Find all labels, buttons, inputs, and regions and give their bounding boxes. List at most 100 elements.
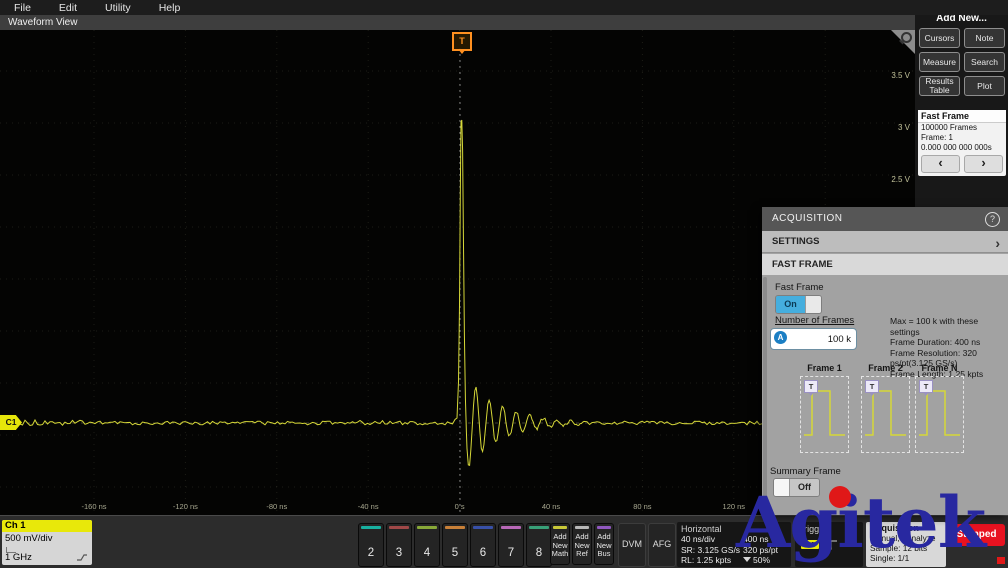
fast-frame-section-label: FAST FRAME — [772, 259, 833, 270]
waveform-view-tabbar: Waveform View — [0, 15, 915, 30]
trigger-source-chip: C1 — [801, 540, 819, 549]
acquisition-panel: ACQUISITION ? SETTINGS › FAST FRAME Fast… — [762, 207, 1008, 515]
tab-waveform-view[interactable]: Waveform View — [8, 17, 77, 28]
trigger-slope-icon — [826, 540, 837, 550]
bandwidth-filter-icon — [77, 554, 87, 561]
horizontal-title: Horizontal — [681, 524, 722, 534]
section-fast-frame[interactable]: FAST FRAME — [762, 254, 1008, 275]
fast-frame-timestamp: 0.000 000 000 000s — [921, 143, 992, 152]
channel-color-stripe — [529, 526, 549, 529]
time-tick-label: -160 ns — [81, 502, 107, 511]
channel-6-button[interactable]: 6 — [470, 523, 496, 567]
section-settings[interactable]: SETTINGS › — [762, 231, 1008, 253]
channel-color-stripe — [501, 526, 521, 529]
fast-frame-count: 100000 Frames — [921, 123, 978, 132]
add-new-measure-button[interactable]: Measure — [919, 52, 960, 72]
voltage-tick-label: 2.5 V — [891, 175, 910, 184]
toggle-off-label: Off — [790, 479, 819, 496]
acquisition-single: Single: 1/1 — [870, 553, 910, 563]
channel-7-button[interactable]: 7 — [498, 523, 524, 567]
trigger-title: Trigger — [799, 524, 828, 534]
record-length: RL: 1.25 kpts — [681, 555, 732, 565]
dvm-button[interactable]: DVM — [618, 523, 646, 567]
acquisition-badge-title: Acquisition — [870, 523, 919, 533]
toggle-knob — [774, 479, 790, 496]
channel-color-stripe — [445, 526, 465, 529]
horizontal-position-icon — [743, 557, 751, 562]
frame-diagram-label: Frame 1 — [807, 363, 842, 373]
fast-frame-label: Fast Frame — [775, 282, 824, 293]
time-tick-label: 0 s — [454, 502, 465, 511]
summary-frame-toggle[interactable]: Off — [773, 478, 820, 497]
add-new-search-button[interactable]: Search — [964, 52, 1005, 72]
run-stop-button[interactable]: Stopped — [948, 524, 1005, 546]
fast-frame-badge-title: Fast Frame — [918, 110, 1006, 123]
number-of-frames-label: Number of Frames — [775, 315, 855, 326]
button-color-stripe — [575, 526, 589, 529]
horizontal-badge[interactable]: Horizontal 40 ns/div 400 ns SR: 3.125 GS/… — [677, 522, 791, 567]
menu-file[interactable]: File — [14, 2, 31, 14]
time-tick-label: -80 ns — [266, 502, 288, 511]
sample-rate: SR: 3.125 GS/s — [681, 544, 741, 555]
voltage-tick-label: 3.5 V — [891, 71, 910, 80]
voltage-tick-label: 3 V — [897, 123, 910, 132]
channel-color-stripe — [389, 526, 409, 529]
add-new-plot-button[interactable]: Plot — [964, 76, 1005, 96]
add-new-note-button[interactable]: Note — [964, 28, 1005, 48]
add-new-bus-button[interactable]: Add New Bus — [594, 523, 614, 565]
acquisition-badge[interactable]: Acquisition Manual, Analyze Sample: 12 b… — [866, 522, 946, 567]
channel-color-stripe — [361, 526, 381, 529]
afg-button[interactable]: AFG — [648, 523, 676, 567]
channel1-name: Ch 1 — [2, 520, 92, 532]
add-new-math-button[interactable]: Add New Math — [550, 523, 570, 565]
info-line: Max = 100 k with these settings — [890, 316, 979, 337]
resolution: 320 ps/pt — [743, 544, 778, 555]
acquisition-mode: Manual, Analyze — [870, 533, 936, 543]
button-color-stripe — [553, 526, 567, 529]
channel1-bandwidth: 1 GHz — [5, 552, 32, 563]
trigger-flag-icon[interactable]: T — [452, 32, 472, 54]
knob-a-icon: A — [774, 331, 787, 344]
time-tick-label: -40 ns — [357, 502, 379, 511]
frame-diagram-label: Frame 2 — [868, 363, 903, 373]
channel-5-button[interactable]: 5 — [442, 523, 468, 567]
horizontal-span: 400 ns — [743, 534, 769, 544]
fast-frame-settings-body: Fast Frame On Number of Frames A Max = 1… — [762, 275, 1008, 515]
menu-help[interactable]: Help — [159, 2, 181, 14]
results-bar: Add New... Cursors Note Measure Search Resul… — [915, 10, 1008, 207]
trigger-flag-icon: T — [865, 380, 879, 396]
time-tick-label: 40 ns — [541, 502, 561, 511]
menu-bar: File Edit Utility Help — [0, 0, 1008, 15]
frame-diagram-box: T — [861, 376, 910, 453]
fast-frame-current: Frame: 1 — [921, 133, 954, 142]
channel-4-button[interactable]: 4 — [414, 523, 440, 567]
menu-edit[interactable]: Edit — [59, 2, 77, 14]
channel-8-button[interactable]: 8 — [526, 523, 552, 567]
add-new-ref-button[interactable]: Add New Ref — [572, 523, 592, 565]
frame-diagram-box: T — [800, 376, 849, 453]
add-new-buttons: Cursors Note Measure Search Results Table Plo… — [919, 28, 1005, 96]
time-tick-label: -120 ns — [172, 502, 198, 511]
toggle-on-label: On — [776, 296, 805, 313]
oscilloscope-screen: File Edit Utility Help Waveform View 3.5 V 3… — [0, 0, 1008, 568]
channel1-badge[interactable]: Ch 1 500 mV/div 1 GHz — [2, 520, 92, 565]
help-icon[interactable]: ? — [985, 212, 1000, 227]
fast-frame-badge[interactable]: Fast Frame 100000 Frames Frame: 1 0.000 … — [918, 110, 1006, 176]
channel-color-stripe — [473, 526, 493, 529]
frame-diagram-label: Frame N — [921, 363, 958, 373]
add-new-results-table-button[interactable]: Results Table — [919, 76, 960, 96]
channel-3-button[interactable]: 3 — [386, 523, 412, 567]
horizontal-scale: 40 ns/div — [681, 534, 716, 544]
channel-color-stripe — [417, 526, 437, 529]
fast-frame-toggle[interactable]: On — [775, 295, 822, 314]
frame-next-button[interactable]: › — [964, 155, 1003, 173]
badge-bar: Ch 1 500 mV/div 1 GHz 2345678 Add New Ma… — [0, 515, 1008, 568]
button-color-stripe — [597, 526, 611, 529]
frame-prev-button[interactable]: ‹ — [921, 155, 960, 173]
trigger-badge[interactable]: Trigger C1 — [795, 522, 863, 567]
channel-2-button[interactable]: 2 — [358, 523, 384, 567]
menu-utility[interactable]: Utility — [105, 2, 131, 14]
summary-frame-label: Summary Frame — [770, 466, 841, 477]
chevron-right-icon: › — [995, 235, 1000, 251]
add-new-cursors-button[interactable]: Cursors — [919, 28, 960, 48]
